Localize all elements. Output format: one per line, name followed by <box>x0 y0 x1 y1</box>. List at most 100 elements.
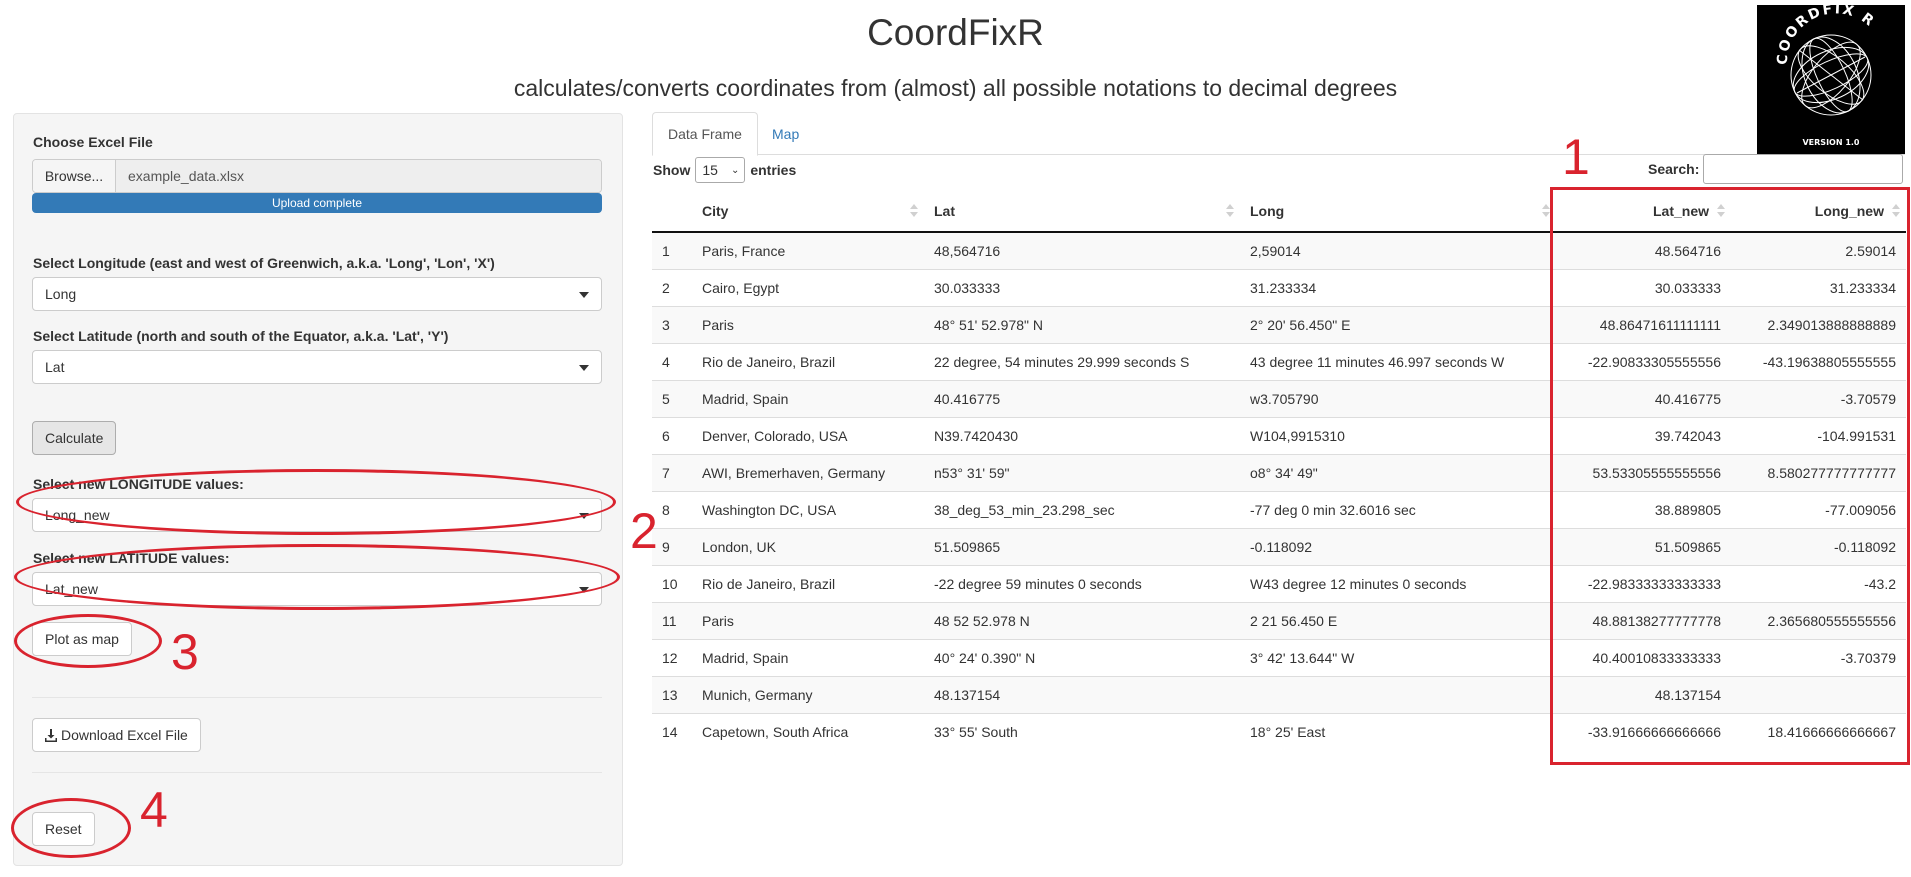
download-excel-label: Download Excel File <box>61 727 188 743</box>
latitude-select[interactable]: Lat <box>32 350 602 384</box>
column-header-city[interactable]: City <box>692 190 924 233</box>
app-title: CoordFixR <box>867 12 1044 53</box>
long-cell: 2° 20' 56.450" E <box>1240 305 1556 343</box>
city-cell: Paris, France <box>692 231 924 269</box>
city-cell: Paris <box>692 305 924 343</box>
longitude-select-label: Select Longitude (east and west of Green… <box>33 255 495 271</box>
long-cell <box>1240 675 1556 713</box>
city-cell: Munich, Germany <box>692 675 924 713</box>
sort-icon <box>910 204 918 218</box>
column-header-index <box>652 190 692 233</box>
calculate-button[interactable]: Calculate <box>32 421 117 455</box>
row-index-cell: 6 <box>652 416 692 454</box>
file-name-field: example_data.xlsx <box>116 160 601 192</box>
long-cell: 2,59014 <box>1240 231 1556 269</box>
city-cell: Capetown, South Africa <box>692 712 924 750</box>
annotation-ellipse-longitude <box>16 469 616 535</box>
city-cell: AWI, Bremerhaven, Germany <box>692 453 924 491</box>
long-cell: 18° 25' East <box>1240 712 1556 750</box>
longitude-select[interactable]: Long <box>32 277 602 311</box>
row-index-cell: 7 <box>652 453 692 491</box>
longitude-select-value: Long <box>45 286 77 302</box>
chevron-down-icon <box>579 365 589 371</box>
long-cell: W104,9915310 <box>1240 416 1556 454</box>
city-cell: Paris <box>692 601 924 639</box>
lat-cell: 48.137154 <box>924 675 1240 713</box>
city-cell: Cairo, Egypt <box>692 268 924 306</box>
lat-cell: 48° 51' 52.978" N <box>924 305 1240 343</box>
row-index-cell: 13 <box>652 675 692 713</box>
long-cell: 43 degree 11 minutes 46.997 seconds W <box>1240 342 1556 380</box>
file-input[interactable]: Browse... example_data.xlsx <box>32 159 602 193</box>
lat-cell: 30.033333 <box>924 268 1240 306</box>
row-index-cell: 5 <box>652 379 692 417</box>
tab-data-frame[interactable]: Data Frame <box>652 112 758 156</box>
row-index-cell: 4 <box>652 342 692 380</box>
entries-label: entries <box>750 162 797 178</box>
annotation-number-1: 1 <box>1562 129 1590 185</box>
show-label: Show <box>653 162 691 178</box>
browse-button[interactable]: Browse... <box>33 160 116 192</box>
lat-cell: 51.509865 <box>924 527 1240 565</box>
lat-cell: 48 52 52.978 N <box>924 601 1240 639</box>
chevron-down-icon: ⌄ <box>730 165 740 176</box>
column-header-label: City <box>702 202 729 219</box>
show-entries-control: Show 15 ⌄ entries <box>653 157 796 183</box>
lat-cell: -22 degree 59 minutes 0 seconds <box>924 564 1240 602</box>
long-cell: -77 deg 0 min 32.6016 sec <box>1240 490 1556 528</box>
long-cell: 31.233334 <box>1240 268 1556 306</box>
latitude-select-value: Lat <box>45 359 65 375</box>
lat-cell: N39.7420430 <box>924 416 1240 454</box>
annotation-number-4: 4 <box>140 782 168 838</box>
city-cell: Rio de Janeiro, Brazil <box>692 342 924 380</box>
lat-cell: n53° 31' 59" <box>924 453 1240 491</box>
city-cell: Denver, Colorado, USA <box>692 416 924 454</box>
file-input-label: Choose Excel File <box>33 134 153 150</box>
tab-map[interactable]: Map <box>757 112 814 155</box>
sort-icon <box>1542 204 1550 218</box>
row-index-cell: 3 <box>652 305 692 343</box>
row-index-cell: 9 <box>652 527 692 565</box>
lat-cell: 33° 55' South <box>924 712 1240 750</box>
download-icon <box>45 728 57 742</box>
divider <box>32 697 602 698</box>
row-index-cell: 2 <box>652 268 692 306</box>
row-index-cell: 8 <box>652 490 692 528</box>
long-cell: 2 21 56.450 E <box>1240 601 1556 639</box>
upload-progress: Upload complete <box>32 193 602 213</box>
sort-icon <box>1226 204 1234 218</box>
long-cell: o8° 34' 49" <box>1240 453 1556 491</box>
table-search: Search: <box>1648 154 1904 184</box>
long-cell: -0.118092 <box>1240 527 1556 565</box>
column-header-long[interactable]: Long <box>1240 190 1556 233</box>
lat-cell: 22 degree, 54 minutes 29.999 seconds S <box>924 342 1240 380</box>
row-index-cell: 12 <box>652 638 692 676</box>
app-subtitle: calculates/converts coordinates from (al… <box>513 75 1398 101</box>
annotation-number-2: 2 <box>630 503 658 559</box>
lat-cell: 48,564716 <box>924 231 1240 269</box>
search-label: Search: <box>1648 161 1700 177</box>
upload-progress-bar: Upload complete <box>32 193 602 213</box>
column-header-label: Long <box>1250 202 1285 219</box>
annotation-ellipse-reset <box>11 798 131 858</box>
lat-cell: 40.416775 <box>924 379 1240 417</box>
download-excel-button[interactable]: Download Excel File <box>32 718 201 752</box>
annotation-box-new-columns <box>1550 187 1910 765</box>
chevron-down-icon <box>579 292 589 298</box>
city-cell: Washington DC, USA <box>692 490 924 528</box>
column-header-lat[interactable]: Lat <box>924 190 1240 233</box>
tab-bar: Data Frame Map <box>652 112 1905 156</box>
long-cell: w3.705790 <box>1240 379 1556 417</box>
city-cell: Madrid, Spain <box>692 379 924 417</box>
annotation-number-3: 3 <box>171 624 199 680</box>
city-cell: Madrid, Spain <box>692 638 924 676</box>
lat-cell: 38_deg_53_min_23.298_sec <box>924 490 1240 528</box>
row-index-cell: 11 <box>652 601 692 639</box>
annotation-ellipse-latitude <box>14 544 620 610</box>
long-cell: 3° 42' 13.644" W <box>1240 638 1556 676</box>
latitude-select-label: Select Latitude (north and south of the … <box>33 328 449 344</box>
divider <box>32 772 602 773</box>
row-index-cell: 1 <box>652 231 692 269</box>
search-input[interactable] <box>1703 154 1904 184</box>
entries-select[interactable]: 15 ⌄ <box>695 157 746 183</box>
